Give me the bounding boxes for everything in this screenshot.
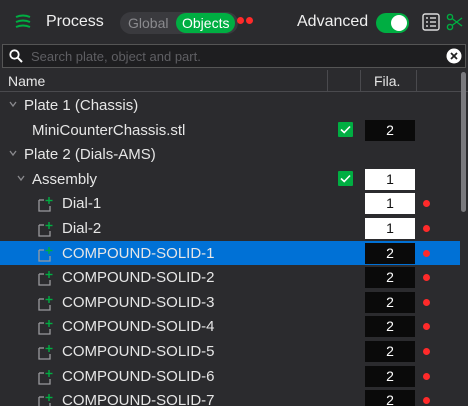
list-icon[interactable] bbox=[422, 13, 440, 31]
tree-item-part[interactable]: COMPOUND-SOLID-1 2 bbox=[0, 240, 460, 266]
process-header: Process Global Objects Advanced bbox=[0, 0, 468, 44]
tree-item-part[interactable]: COMPOUND-SOLID-5 2 bbox=[0, 339, 460, 364]
object-list: Name Fila. Plate 1 (Chassis) MiniCounterC… bbox=[0, 70, 468, 406]
tree-item-part[interactable]: COMPOUND-SOLID-2 2 bbox=[0, 265, 460, 290]
tree-item-plate[interactable]: Plate 1 (Chassis) bbox=[0, 93, 460, 118]
search-bar bbox=[2, 44, 466, 68]
part-icon bbox=[38, 271, 53, 286]
filament-selector[interactable]: 1 bbox=[365, 168, 415, 190]
tree-item-label: Dial-2 bbox=[62, 220, 102, 237]
part-icon bbox=[38, 246, 53, 262]
tree-item-label: MiniCounterChassis.stl bbox=[32, 121, 186, 139]
clear-search-icon[interactable] bbox=[446, 48, 462, 64]
scope-global-option[interactable]: Global bbox=[128, 15, 168, 31]
filament-selector[interactable]: 2 bbox=[365, 390, 415, 406]
warning-dot bbox=[423, 397, 430, 405]
scope-toggle[interactable]: Global Objects bbox=[120, 12, 238, 34]
warning-dot bbox=[423, 372, 430, 380]
tree-item-label: COMPOUND-SOLID-1 bbox=[62, 244, 215, 262]
tree-item-label: COMPOUND-SOLID-2 bbox=[62, 269, 215, 287]
warning-dot bbox=[423, 249, 430, 257]
tree-item-part[interactable]: Dial-2 1 bbox=[0, 216, 460, 241]
tree-item-label: COMPOUND-SOLID-4 bbox=[62, 318, 215, 336]
part-icon bbox=[38, 394, 53, 406]
tree-item-label: COMPOUND-SOLID-3 bbox=[62, 293, 215, 311]
warning-dot bbox=[423, 323, 430, 331]
tree-item-label: Plate 2 (Dials-AMS) bbox=[24, 146, 156, 164]
filament-selector[interactable]: 2 bbox=[365, 316, 415, 338]
expand-arrow-icon[interactable] bbox=[8, 148, 18, 158]
tree-item-part[interactable]: COMPOUND-SOLID-3 2 bbox=[0, 290, 460, 315]
process-icon[interactable] bbox=[14, 14, 32, 30]
warning-dot bbox=[423, 274, 430, 282]
warning-dot bbox=[423, 225, 430, 232]
checkbox[interactable] bbox=[338, 121, 353, 137]
part-icon bbox=[38, 369, 53, 385]
search-input[interactable] bbox=[31, 47, 431, 65]
toggle-knob bbox=[391, 15, 407, 31]
tree-item-label: Dial-1 bbox=[62, 195, 102, 213]
part-icon bbox=[38, 295, 53, 311]
tree-item-label: COMPOUND-SOLID-6 bbox=[62, 367, 215, 385]
warning-dot bbox=[423, 200, 430, 208]
scissors-icon[interactable] bbox=[446, 13, 464, 31]
warning-dots bbox=[237, 17, 255, 25]
expand-arrow-icon[interactable] bbox=[16, 173, 26, 183]
column-header: Name Fila. bbox=[0, 70, 468, 92]
search-icon bbox=[9, 49, 23, 63]
part-icon bbox=[38, 197, 53, 213]
filament-selector[interactable]: 2 bbox=[365, 242, 415, 264]
filament-selector[interactable]: 1 bbox=[365, 218, 415, 239]
tree-item-label: Assembly bbox=[32, 170, 98, 188]
advanced-toggle[interactable] bbox=[376, 13, 409, 33]
expand-arrow-icon[interactable] bbox=[8, 99, 18, 109]
part-icon bbox=[38, 345, 53, 360]
tree-item-plate[interactable]: Plate 2 (Dials-AMS) bbox=[0, 142, 460, 167]
column-filament-header[interactable]: Fila. bbox=[374, 73, 400, 89]
tree-item-label: COMPOUND-SOLID-5 bbox=[62, 343, 215, 360]
advanced-label: Advanced bbox=[297, 13, 369, 30]
tree-item-part[interactable]: COMPOUND-SOLID-4 2 bbox=[0, 314, 460, 339]
tree-item-object[interactable]: Assembly 1 bbox=[0, 167, 460, 192]
tree-item-part[interactable]: Dial-1 1 bbox=[0, 191, 460, 216]
part-icon bbox=[38, 320, 53, 336]
filament-selector[interactable]: 2 bbox=[365, 267, 415, 289]
filament-selector[interactable]: 2 bbox=[365, 341, 415, 362]
part-icon bbox=[38, 222, 53, 237]
scrollbar[interactable] bbox=[461, 72, 466, 212]
filament-selector[interactable]: 2 bbox=[365, 119, 415, 141]
checkbox[interactable] bbox=[338, 170, 353, 186]
tree-item-object[interactable]: MiniCounterChassis.stl 2 bbox=[0, 118, 460, 143]
warning-dot bbox=[423, 348, 430, 355]
filament-selector[interactable]: 2 bbox=[365, 291, 415, 313]
tree-item-label: COMPOUND-SOLID-7 bbox=[62, 392, 215, 406]
process-title: Process bbox=[46, 13, 104, 30]
column-name-header[interactable]: Name bbox=[8, 73, 45, 89]
tree-item-label: Plate 1 (Chassis) bbox=[24, 97, 139, 114]
filament-selector[interactable]: 1 bbox=[365, 193, 415, 215]
warning-dot bbox=[423, 298, 430, 306]
scope-objects-option[interactable]: Objects bbox=[176, 13, 236, 33]
tree-item-part[interactable]: COMPOUND-SOLID-6 2 bbox=[0, 364, 460, 389]
filament-selector[interactable]: 2 bbox=[365, 365, 415, 387]
tree-item-part[interactable]: COMPOUND-SOLID-7 2 bbox=[0, 388, 460, 406]
